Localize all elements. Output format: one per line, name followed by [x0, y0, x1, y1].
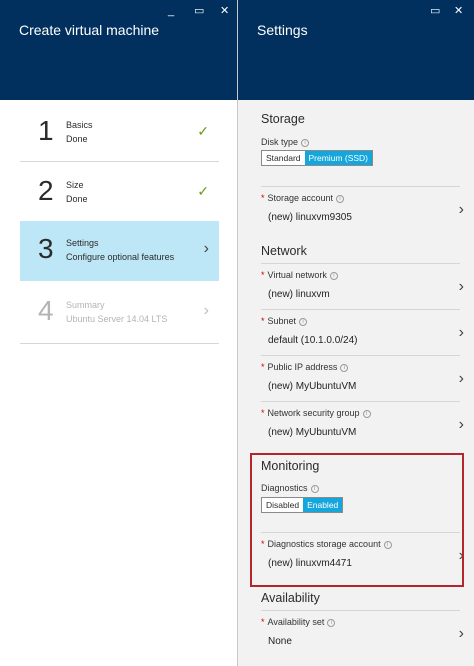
step-number: 3 [38, 233, 54, 264]
create-vm-blade: Create virtual machine _ ▭ ✕ 1 Basics Do… [0, 0, 238, 666]
info-icon: i [340, 363, 349, 372]
step-status: Ubuntu Server 14.04 LTS [66, 314, 168, 324]
divider [20, 161, 219, 162]
nsg-field[interactable]: * Network security group i (new) MyUbuntuV… [261, 401, 464, 449]
check-icon: ✓ [197, 183, 209, 199]
maximize-icon[interactable]: ▭ [430, 4, 440, 18]
maximize-icon[interactable]: ▭ [194, 4, 204, 18]
settings-header: Settings ▭ ✕ [238, 0, 474, 100]
info-icon: i [299, 317, 308, 326]
info-icon: i [336, 194, 345, 203]
chevron-right-icon: › [458, 625, 464, 642]
minimize-icon[interactable]: _ [168, 4, 174, 18]
blade-title: Create virtual machine [19, 22, 160, 38]
field-label: * Subnet i [261, 316, 308, 326]
chevron-right-icon: › [203, 240, 209, 257]
info-icon: i [362, 409, 371, 418]
chevron-right-icon: › [203, 302, 209, 319]
field-value: default (10.1.0.0/24) [268, 335, 358, 346]
create-vm-header: Create virtual machine _ ▭ ✕ [0, 0, 237, 100]
disk-type-premium[interactable]: Premium (SSD) [304, 151, 373, 165]
section-availability: Availability [261, 591, 320, 605]
availability-set-field[interactable]: * Availability set i None › [261, 610, 464, 658]
field-label: * Storage account i [261, 193, 345, 203]
section-network: Network [261, 244, 307, 258]
field-label: * Public IP address i [261, 362, 349, 372]
step-status: Done [66, 194, 88, 204]
chevron-right-icon: › [458, 201, 464, 218]
step-size[interactable]: 2 Size Done ✓ [20, 163, 219, 223]
public-ip-field[interactable]: * Public IP address i (new) MyUbuntuVM › [261, 355, 464, 403]
check-icon: ✓ [197, 123, 209, 139]
field-value: (new) MyUbuntuVM [268, 381, 357, 392]
disk-type-standard[interactable]: Standard [262, 151, 305, 165]
close-icon[interactable]: ✕ [220, 4, 229, 18]
step-basics[interactable]: 1 Basics Done ✓ [20, 103, 219, 163]
info-icon: i [327, 618, 336, 627]
step-label: Size [66, 180, 84, 190]
close-icon[interactable]: ✕ [454, 4, 463, 18]
step-label: Settings [66, 238, 99, 248]
step-number: 1 [38, 115, 54, 146]
chevron-right-icon: › [458, 278, 464, 295]
step-settings[interactable]: 3 Settings Configure optional features › [20, 221, 219, 281]
subnet-field[interactable]: * Subnet i default (10.1.0.0/24) › [261, 309, 464, 357]
step-number: 2 [38, 175, 54, 206]
chevron-right-icon: › [458, 324, 464, 341]
field-value: (new) MyUbuntuVM [268, 427, 357, 438]
step-label: Summary [66, 300, 105, 310]
step-status: Configure optional features [66, 252, 175, 262]
field-value: (new) linuxvm [268, 289, 330, 300]
chevron-right-icon: › [458, 416, 464, 433]
field-label: * Virtual network i [261, 270, 338, 280]
storage-account-field[interactable]: * Storage account i (new) linuxvm9305 › [261, 186, 464, 234]
divider [20, 343, 219, 344]
field-value: None [268, 636, 292, 647]
info-icon: i [329, 271, 338, 280]
field-label: * Availability set i [261, 617, 336, 627]
field-label: * Network security group i [261, 408, 371, 418]
field-value: (new) linuxvm9305 [268, 212, 352, 223]
info-icon: i [301, 138, 310, 147]
disk-type-toggle[interactable]: Standard Premium (SSD) [261, 150, 374, 166]
disk-type-label: Disk type i [261, 137, 310, 147]
step-summary: 4 Summary Ubuntu Server 14.04 LTS › [20, 283, 219, 343]
blade-title: Settings [257, 22, 308, 38]
chevron-right-icon: › [458, 370, 464, 387]
step-number: 4 [38, 295, 54, 326]
section-storage: Storage [261, 112, 305, 126]
virtual-network-field[interactable]: * Virtual network i (new) linuxvm › [261, 263, 464, 311]
step-status: Done [66, 134, 88, 144]
monitoring-highlight-box [250, 453, 464, 587]
step-label: Basics [66, 120, 93, 130]
